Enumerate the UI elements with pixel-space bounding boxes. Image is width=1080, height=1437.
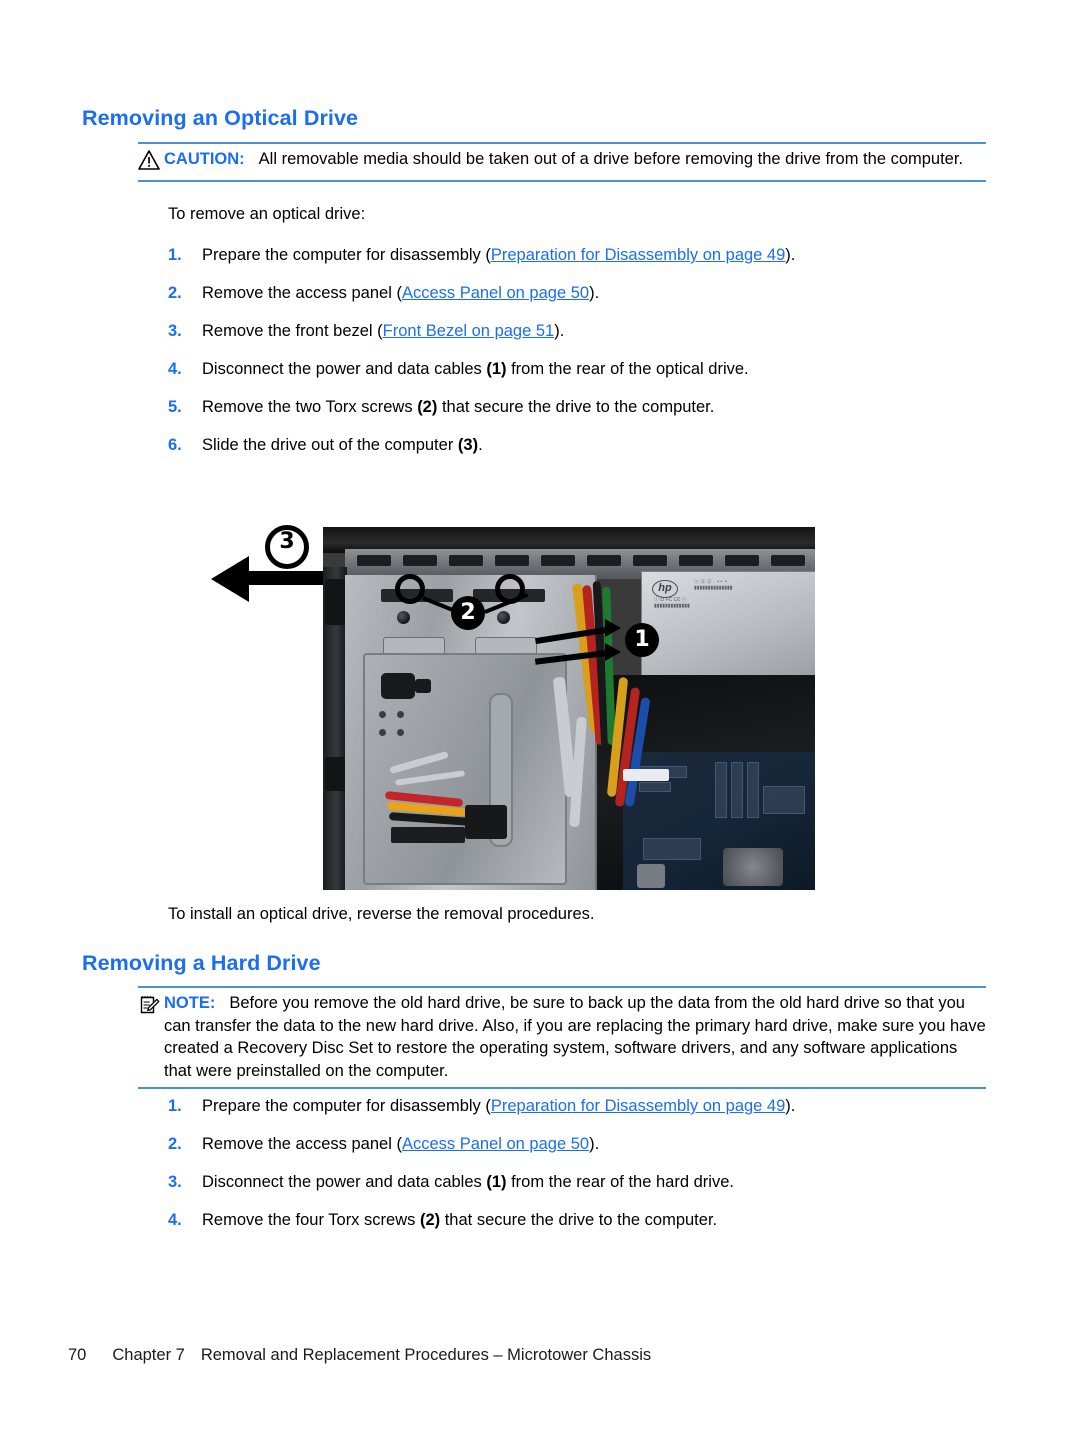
step-text: Remove the access panel (Access Panel on… [202, 282, 998, 304]
xref-link-preparation-for-disassembly[interactable]: Preparation for Disassembly on page 49 [491, 246, 785, 264]
optical-steps-list: 1. Prepare the computer for disassembly … [168, 244, 998, 472]
caution-admonition: CAUTION: All removable media should be ta… [138, 142, 986, 182]
torx-screw-right [497, 611, 510, 624]
optical-intro-text: To remove an optical drive: [168, 205, 366, 223]
slide-out-arrow-head [211, 556, 249, 602]
note-label: NOTE: [164, 994, 216, 1012]
note-bottom-rule [138, 1087, 986, 1089]
callout-1: 1 [625, 623, 659, 657]
step-number: 4. [168, 1211, 182, 1229]
step-number: 1. [168, 246, 182, 264]
note-body: NOTE: Before you remove the old hard driv… [138, 988, 986, 1087]
callout-ref: (1) [486, 360, 507, 378]
step-number: 1. [168, 1097, 182, 1115]
step-text-post: ). [589, 1135, 600, 1153]
step-text-pre: Disconnect the power and data cables [202, 1173, 487, 1191]
step-text-pre: Remove the four Torx screws [202, 1211, 420, 1229]
cable-arrow-head-top [605, 619, 621, 637]
optical-outro-text: To install an optical drive, reverse the… [168, 905, 595, 923]
step-text: Slide the drive out of the computer (3). [202, 434, 998, 456]
step-text-post: ). [785, 246, 796, 264]
step-text-pre: Remove the front bezel ( [202, 322, 383, 340]
step-number: 4. [168, 360, 182, 378]
callout-ref: (3) [457, 436, 479, 454]
list-item: 2. Remove the access panel (Access Panel… [168, 282, 998, 320]
callout-3: 3 [265, 525, 309, 569]
step-text-post: that secure the drive to the computer. [437, 398, 715, 416]
step-text-pre: Remove the access panel ( [202, 1135, 402, 1153]
hard-drive-cage-inner [363, 653, 567, 885]
psu-rating-label: ⓒ Ⓢ Ⓩ • • • ▮▮▮▮▮▮▮▮▮▮▮▮▮▮ ⓘ Ω FC C€ ⓒ ▮… [654, 579, 733, 609]
list-item: 4. Remove the four Torx screws (2) that … [168, 1209, 998, 1247]
step-text-post: . [478, 436, 483, 454]
page-title-removing-optical-drive: Removing an Optical Drive [82, 106, 359, 130]
list-item: 5. Remove the two Torx screws (2) that s… [168, 396, 998, 434]
note-admonition: NOTE: Before you remove the old hard driv… [138, 986, 986, 1089]
step-text-post: from the rear of the optical drive. [506, 360, 749, 378]
step-text: Remove the front bezel (Front Bezel on p… [202, 320, 998, 342]
footer-chapter-title: Removal and Replacement Procedures – Mic… [200, 1346, 652, 1364]
step-number: 2. [168, 1135, 182, 1153]
step-text-pre: Remove the two Torx screws [202, 398, 418, 416]
step-text: Remove the access panel (Access Panel on… [202, 1133, 998, 1155]
torx-screw-left [397, 611, 410, 624]
callout-ref: (2) [417, 398, 438, 416]
xref-link-front-bezel[interactable]: Front Bezel on page 51 [383, 322, 555, 340]
step-text-pre: Prepare the computer for disassembly ( [202, 246, 491, 264]
xref-link-access-panel[interactable]: Access Panel on page 50 [402, 284, 589, 302]
step-text: Prepare the computer for disassembly (Pr… [202, 244, 998, 266]
step-text-pre: Prepare the computer for disassembly ( [202, 1097, 491, 1115]
step-number: 3. [168, 1173, 182, 1191]
step-text: Disconnect the power and data cables (1)… [202, 1171, 998, 1193]
step-text: Disconnect the power and data cables (1)… [202, 358, 998, 380]
step-number: 5. [168, 398, 182, 416]
step-text-pre: Remove the access panel ( [202, 284, 402, 302]
step-text: Prepare the computer for disassembly (Pr… [202, 1095, 998, 1117]
step-text: Remove the two Torx screws (2) that secu… [202, 396, 998, 418]
step-text-post: ). [589, 284, 600, 302]
list-item: 1. Prepare the computer for disassembly … [168, 244, 998, 282]
step-text-pre: Disconnect the power and data cables [202, 360, 487, 378]
step-number: 6. [168, 436, 182, 454]
list-item: 6. Slide the drive out of the computer (… [168, 434, 998, 472]
page-footer: 70 Chapter 7 Removal and Replacement Proce… [68, 1346, 651, 1365]
cable-arrow-head-bottom [605, 643, 621, 661]
footer-chapter-label: Chapter 7 [112, 1346, 185, 1364]
step-number: 2. [168, 284, 182, 302]
caution-bottom-rule [138, 180, 986, 182]
step-text: Remove the four Torx screws (2) that sec… [202, 1209, 998, 1231]
list-item: 3. Remove the front bezel (Front Bezel o… [168, 320, 998, 358]
list-item: 1. Prepare the computer for disassembly … [168, 1095, 998, 1133]
list-item: 2. Remove the access panel (Access Panel… [168, 1133, 998, 1171]
footer-page-number: 70 [68, 1346, 87, 1364]
step-text-pre: Slide the drive out of the computer [202, 436, 458, 454]
screw-highlight-left [395, 574, 425, 604]
xref-link-access-panel[interactable]: Access Panel on page 50 [402, 1135, 589, 1153]
page-title-removing-hard-drive: Removing a Hard Drive [82, 951, 321, 975]
warning-triangle-icon [138, 148, 162, 175]
list-item: 3. Disconnect the power and data cables … [168, 1171, 998, 1209]
notepad-pencil-icon [138, 992, 162, 1021]
hard-drive-steps-list: 1. Prepare the computer for disassembly … [168, 1095, 998, 1247]
caution-text: CAUTION: All removable media should be ta… [164, 148, 986, 171]
power-supply-unit: hp ⓒ Ⓢ Ⓩ • • • ▮▮▮▮▮▮▮▮▮▮▮▮▮▮ ⓘ Ω FC C€ … [641, 571, 815, 677]
xref-link-preparation-for-disassembly[interactable]: Preparation for Disassembly on page 49 [491, 1097, 785, 1115]
callout-ref: (2) [419, 1211, 441, 1229]
callout-ref: (1) [486, 1173, 507, 1191]
step-number: 3. [168, 322, 182, 340]
caution-message: All removable media should be taken out … [258, 150, 964, 168]
callout-2: 2 [451, 596, 485, 630]
note-message: Before you remove the old hard drive, be… [164, 994, 986, 1080]
step-text-post: that secure the drive to the computer. [440, 1211, 718, 1229]
caution-body: CAUTION: All removable media should be ta… [138, 144, 986, 180]
list-item: 4. Disconnect the power and data cables … [168, 358, 998, 396]
figure-optical-drive-removal: 3 hp ⓒ Ⓢ Ⓩ • • • ▮▮▮▮▮▮▮▮▮▮▮▮▮▮ ⓘ Ω FC C… [205, 478, 815, 890]
caution-label: CAUTION: [164, 150, 245, 168]
step-text-post: from the rear of the hard drive. [506, 1173, 734, 1191]
note-text: NOTE: Before you remove the old hard driv… [164, 992, 986, 1082]
step-text-post: ). [785, 1097, 796, 1115]
step-text-post: ). [554, 322, 565, 340]
document-page: Removing an Optical Drive CAUTION: All re… [0, 0, 1080, 1437]
